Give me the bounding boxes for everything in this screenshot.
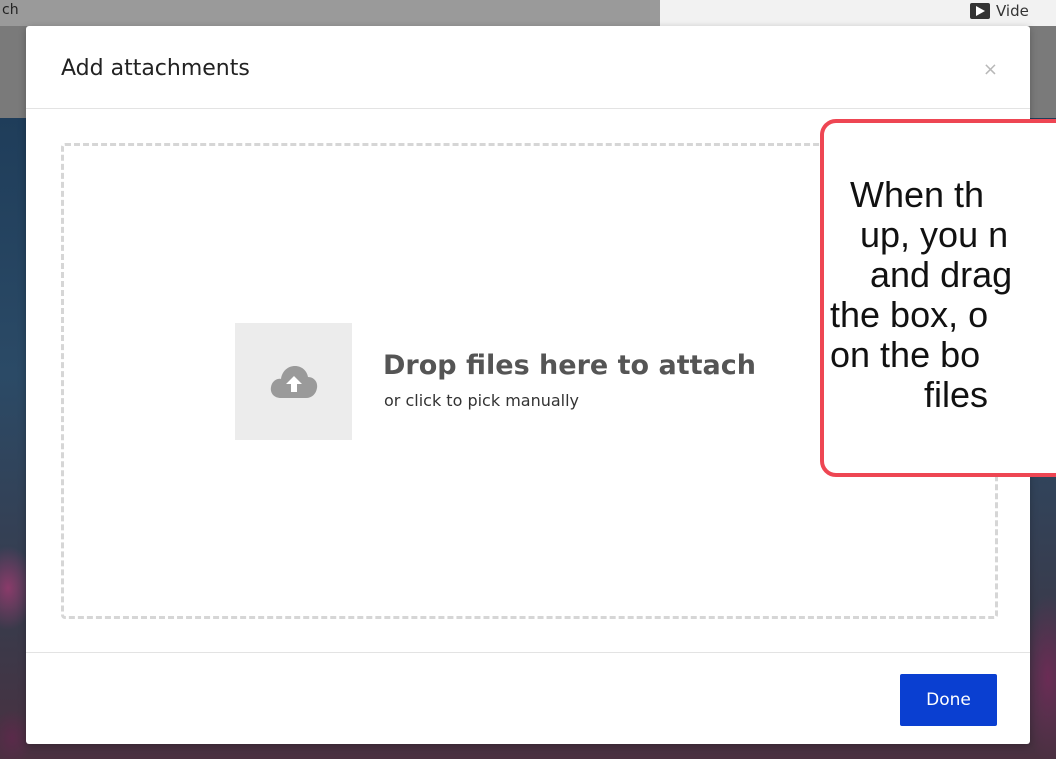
modal-header: Add attachments × [26,26,1030,109]
callout-line: and drag [870,254,1013,295]
cloud-upload-icon [270,365,317,398]
callout-line: up, you n [860,214,1009,255]
background-crumb-text: ch [2,2,19,18]
close-icon[interactable]: × [983,60,998,80]
callout-line: the box, o [830,294,989,335]
screen: ch Vide Add attachments × Drop files her… [0,0,1056,759]
video-icon [970,3,990,19]
annotation-callout: When th up, you n and drag the box, o on… [820,119,1056,477]
callout-line: When th [850,174,985,215]
callout-text: When th up, you n and drag the box, o on… [824,175,1056,415]
background-video-link[interactable]: Vide [970,2,1029,20]
callout-line: on the bo [830,334,981,375]
cloud-upload-icon-box [235,323,352,440]
background-search-bar [0,0,660,26]
callout-line: files [924,374,989,415]
modal-footer: Done [26,652,1030,745]
video-label: Vide [996,2,1029,20]
modal-title: Add attachments [61,56,250,81]
dropzone-subtitle[interactable]: or click to pick manually [384,391,579,410]
done-button[interactable]: Done [900,674,997,726]
dropzone-title: Drop files here to attach [383,350,756,381]
